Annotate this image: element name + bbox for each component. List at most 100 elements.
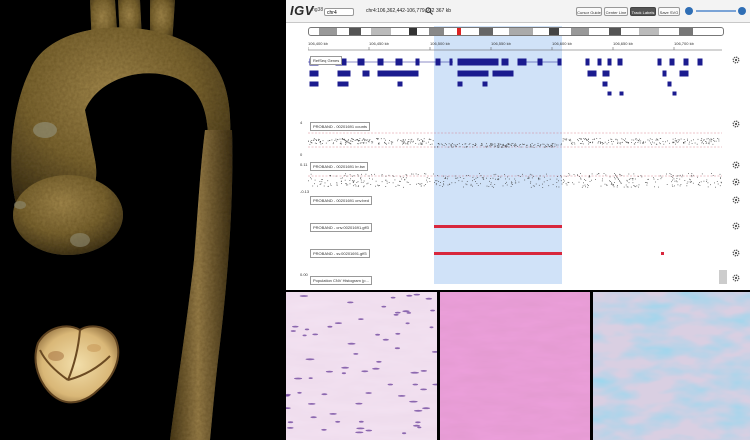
track-label-population[interactable]: Population CNV Histogram (p... bbox=[310, 276, 372, 285]
counts-point bbox=[608, 142, 610, 143]
counts-point bbox=[365, 142, 367, 144]
counts-point bbox=[339, 138, 341, 140]
gear-icon[interactable] bbox=[732, 196, 740, 204]
gear-icon[interactable] bbox=[732, 178, 740, 186]
cursor-guide-button[interactable]: Cursor Guide bbox=[576, 7, 602, 16]
counts-point bbox=[531, 143, 533, 144]
lr-point bbox=[672, 186, 674, 187]
lr-point bbox=[632, 178, 634, 179]
lr-point bbox=[692, 174, 694, 176]
counts-point bbox=[498, 143, 499, 145]
lr-point bbox=[426, 177, 428, 179]
counts-point bbox=[450, 144, 452, 146]
zoom-out-button[interactable] bbox=[685, 7, 693, 15]
chromosome-select[interactable]: chr4 bbox=[324, 8, 354, 16]
lr-point bbox=[691, 174, 692, 176]
chromosome-ideogram[interactable] bbox=[308, 27, 724, 36]
counts-point bbox=[357, 143, 359, 144]
counts-point bbox=[691, 143, 693, 144]
lr-point bbox=[632, 179, 634, 181]
lr-point bbox=[336, 183, 338, 185]
counts-point bbox=[520, 146, 522, 148]
counts-point bbox=[309, 143, 311, 145]
lr-point bbox=[614, 173, 615, 174]
search-icon[interactable] bbox=[425, 7, 433, 15]
lr-point bbox=[510, 186, 512, 187]
cell-nucleus bbox=[335, 420, 341, 423]
gear-icon[interactable] bbox=[732, 249, 740, 257]
cell-nucleus bbox=[413, 424, 420, 427]
counts-point bbox=[366, 139, 367, 141]
counts-point bbox=[345, 140, 346, 141]
counts-point bbox=[357, 139, 358, 140]
sv-feature-bar[interactable] bbox=[434, 252, 562, 255]
lr-point bbox=[511, 181, 512, 183]
lr-point bbox=[455, 177, 457, 179]
lr-point bbox=[691, 176, 693, 178]
counts-point bbox=[562, 138, 564, 140]
counts-point bbox=[472, 144, 474, 145]
sv-feature-point[interactable] bbox=[661, 252, 664, 255]
counts-point bbox=[368, 140, 370, 141]
lr-point bbox=[512, 184, 513, 185]
counts-point bbox=[388, 142, 390, 144]
counts-point bbox=[345, 141, 346, 143]
lr-point bbox=[620, 182, 622, 184]
lr-point bbox=[628, 173, 630, 175]
lr-point bbox=[623, 186, 625, 188]
vertical-scrollbar[interactable] bbox=[719, 270, 727, 284]
lr-point bbox=[682, 174, 683, 176]
counts-point bbox=[413, 140, 414, 142]
lr-point bbox=[720, 178, 721, 179]
lr-point bbox=[610, 184, 612, 185]
zoom-slider[interactable] bbox=[696, 10, 736, 12]
lr-point bbox=[399, 180, 400, 182]
center-line-button[interactable]: Center Line bbox=[604, 7, 628, 16]
ruler-tick-label: 106,650 kb bbox=[613, 41, 634, 46]
counts-point bbox=[385, 143, 387, 144]
lr-point bbox=[324, 182, 326, 184]
counts-point bbox=[635, 138, 637, 140]
lr-point bbox=[628, 182, 630, 184]
track-label-cnv-bed[interactable]: PROBAND - 00201691 cnv.bed bbox=[310, 196, 372, 205]
lr-point bbox=[533, 176, 535, 177]
track-label-cnv-gff[interactable]: PROBAND - cnv.00201691.gff3 bbox=[310, 223, 372, 232]
counts-point bbox=[503, 145, 504, 146]
counts-point bbox=[590, 142, 591, 143]
cnv-feature-bar[interactable] bbox=[434, 225, 562, 228]
gear-icon[interactable] bbox=[732, 161, 740, 169]
gear-icon[interactable] bbox=[732, 274, 740, 282]
counts-point bbox=[319, 141, 321, 143]
gear-icon[interactable] bbox=[732, 222, 740, 230]
counts-point bbox=[448, 143, 450, 145]
lr-point bbox=[684, 180, 686, 181]
counts-point bbox=[501, 147, 503, 148]
counts-point bbox=[701, 142, 703, 144]
lr-point bbox=[417, 183, 419, 184]
counts-point bbox=[551, 143, 553, 145]
counts-point bbox=[675, 143, 676, 145]
track-labels-button[interactable]: Track Labels bbox=[630, 7, 656, 16]
lr-point bbox=[606, 185, 608, 186]
lr-point bbox=[538, 178, 540, 179]
track-label-refseq[interactable]: RefSeq Genes bbox=[310, 56, 343, 65]
lr-point bbox=[417, 174, 419, 175]
lr-point bbox=[686, 182, 688, 184]
cell-nucleus bbox=[356, 427, 365, 430]
save-svg-button[interactable]: Save SVG bbox=[658, 7, 680, 16]
counts-point bbox=[586, 138, 587, 140]
counts-point bbox=[647, 139, 649, 141]
counts-point bbox=[318, 138, 319, 140]
lr-point bbox=[489, 180, 490, 182]
gear-icon[interactable] bbox=[732, 120, 740, 128]
counts-point bbox=[585, 138, 586, 139]
gear-icon[interactable] bbox=[732, 56, 740, 64]
cell-nucleus bbox=[395, 332, 401, 335]
track-label-sv-gff[interactable]: PROBAND - sv.00201691.gff3 bbox=[310, 249, 370, 258]
lr-point bbox=[425, 184, 426, 185]
counts-point bbox=[487, 145, 488, 147]
counts-point bbox=[418, 143, 420, 145]
counts-point bbox=[588, 141, 589, 143]
zoom-in-button[interactable] bbox=[738, 7, 746, 15]
counts-point bbox=[597, 142, 599, 144]
